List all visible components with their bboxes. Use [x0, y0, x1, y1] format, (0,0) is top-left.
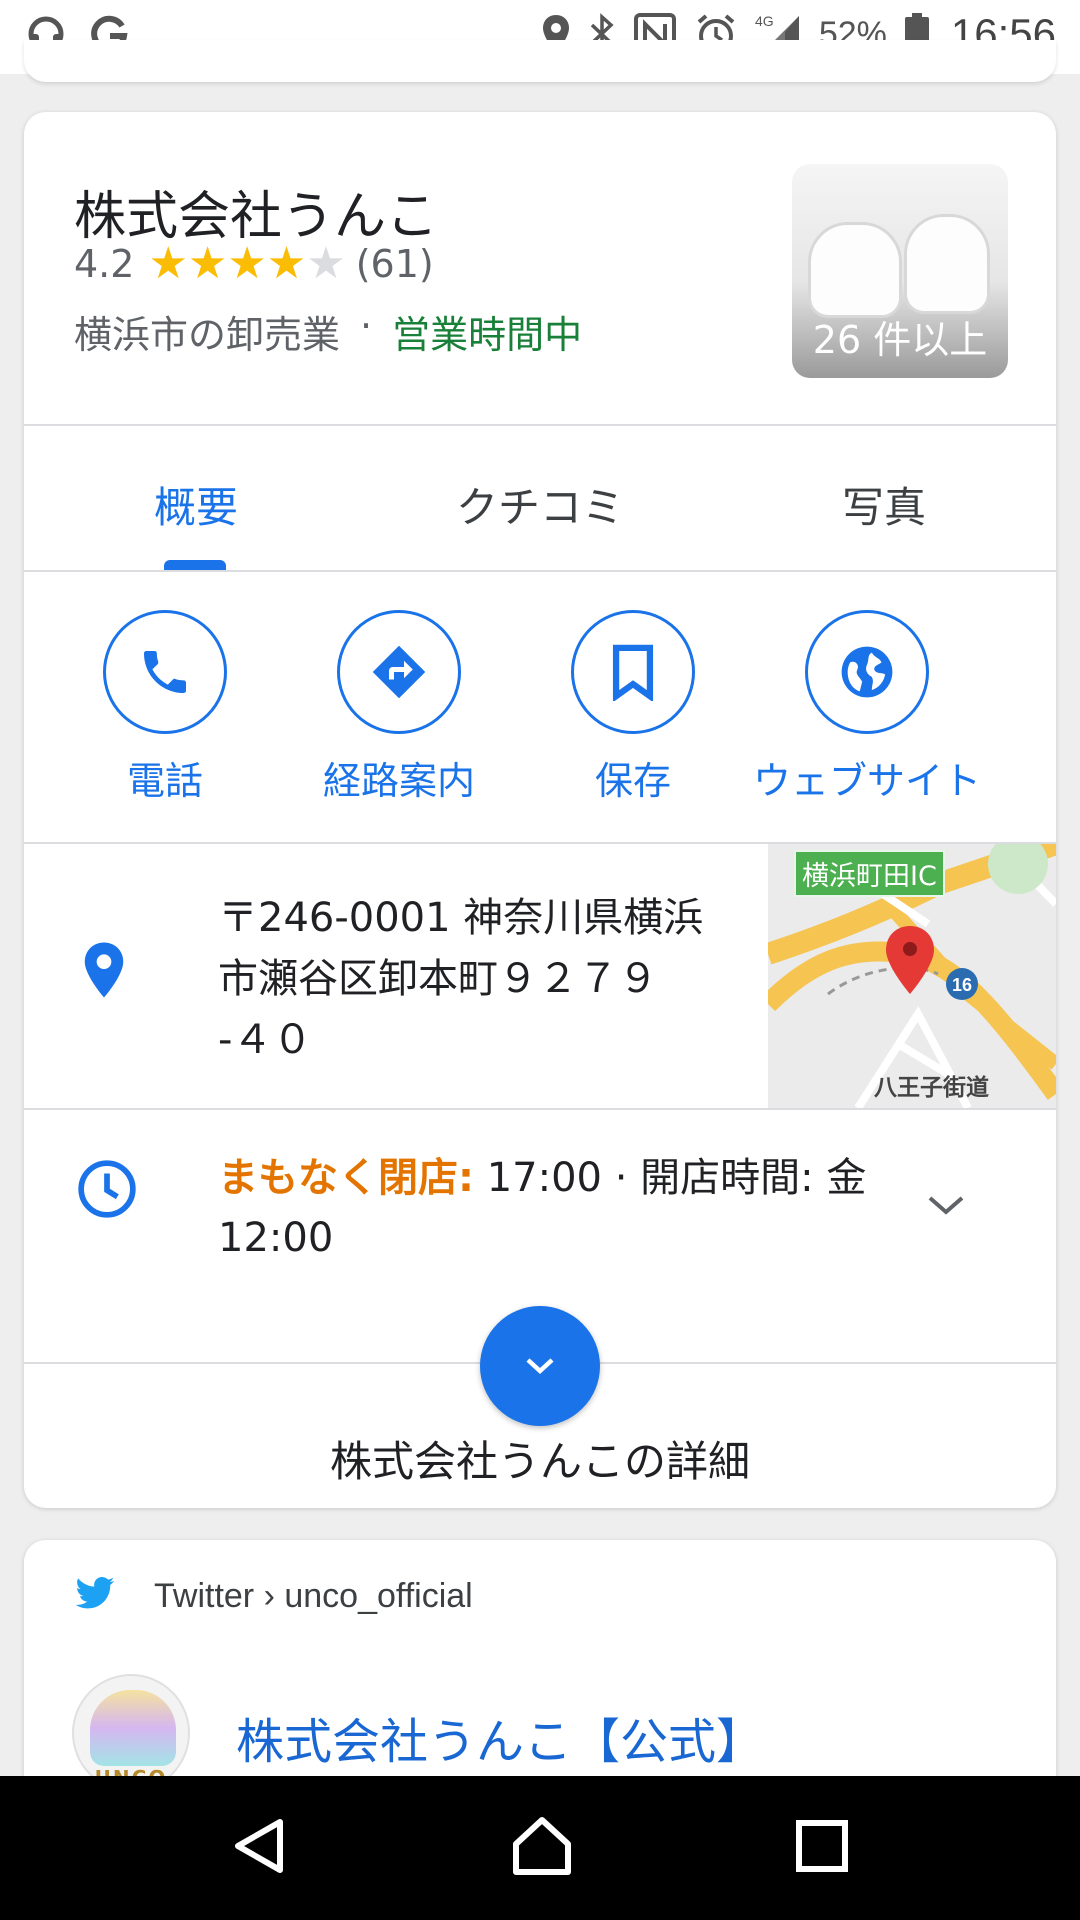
map-thumbnail[interactable]: 16 横浜町田IC 八王子街道	[768, 844, 1056, 1108]
rating-value: 4.2	[74, 242, 135, 286]
website-button[interactable]: ウェブサイト	[750, 610, 984, 805]
open-status: 営業時間中	[392, 313, 583, 357]
address-text: 〒246-0001 神奈川県横浜 市瀬谷区卸本町９２７９ -４０	[218, 888, 738, 1071]
hours-detail: 17:00 · 開店時間: 金	[474, 1155, 867, 1201]
twitter-bird-icon	[74, 1576, 116, 1616]
address-line: 市瀬谷区卸本町９２７９	[218, 956, 658, 1002]
navigation-bar	[0, 1776, 1080, 1920]
star-icon: ★	[266, 238, 307, 289]
rating-row[interactable]: 4.2 ★ ★ ★ ★ ★ (61)	[74, 242, 434, 287]
star-empty-icon: ★	[306, 238, 346, 289]
shoe-image-left	[808, 222, 902, 318]
photo-count: 26 件以上	[812, 318, 988, 362]
action-buttons: 電話 経路案内 保存 ウェブサイト	[24, 610, 1056, 805]
chevron-down-icon[interactable]	[924, 1190, 968, 1224]
tab-overview[interactable]: 概要	[24, 424, 368, 564]
star-icon: ★	[227, 238, 267, 289]
address-line: -４０	[218, 1017, 313, 1063]
twitter-source[interactable]: Twitter › unco_official	[74, 1576, 473, 1616]
directions-button[interactable]: 経路案内	[282, 610, 516, 805]
save-button[interactable]: 保存	[516, 610, 750, 805]
back-icon[interactable]	[230, 1816, 290, 1880]
tab-photos[interactable]: 写真	[712, 424, 1056, 564]
bookmark-icon	[571, 610, 695, 734]
hours-row[interactable]: まもなく閉店: 17:00 · 開店時間: 金 12:00	[24, 1110, 1056, 1316]
expand-more-button[interactable]	[480, 1306, 600, 1426]
svg-text:4G: 4G	[755, 13, 774, 29]
twitter-result-title[interactable]: 株式会社うんこ【公式】	[236, 1702, 764, 1772]
avatar: UNCO	[72, 1674, 190, 1792]
twitter-breadcrumb: Twitter › unco_official	[154, 1576, 473, 1615]
map-label-road: 八王子街道	[874, 1075, 989, 1101]
home-icon[interactable]	[510, 1814, 574, 1882]
clock-icon	[76, 1158, 138, 1224]
shoe-image-right	[904, 214, 990, 314]
hours-detail-next: 12:00	[218, 1215, 334, 1261]
review-count: (61)	[355, 242, 434, 286]
divider	[24, 570, 1056, 572]
photo-thumbnail[interactable]: 26 件以上	[792, 164, 1008, 378]
hours-text: まもなく閉店: 17:00 · 開店時間: 金 12:00	[218, 1148, 878, 1268]
previous-card-edge	[24, 40, 1056, 82]
map-label-interchange: 横浜町田IC	[794, 850, 945, 897]
recent-apps-icon[interactable]	[794, 1818, 850, 1878]
chevron-down-icon	[526, 1358, 554, 1375]
details-link[interactable]: 株式会社うんこの詳細	[24, 1428, 1056, 1489]
phone-icon	[103, 610, 227, 734]
separator-dot: ·	[360, 304, 373, 348]
rating-stars: ★ ★ ★ ★ ★	[148, 242, 345, 286]
unco-logo-image	[90, 1690, 176, 1766]
call-button[interactable]: 電話	[48, 610, 282, 805]
twitter-result-card: Twitter › unco_official UNCO 株式会社うんこ【公式】	[24, 1540, 1056, 1800]
category-row: 横浜市の卸売業 · 営業時間中	[74, 304, 582, 359]
address-line: 〒246-0001 神奈川県横浜	[218, 895, 704, 941]
tab-bar: 概要 クチコミ 写真	[24, 424, 1056, 564]
closing-soon-label: まもなく閉店:	[218, 1155, 474, 1201]
directions-label: 経路案内	[322, 759, 475, 803]
business-card: 株式会社うんこ 4.2 ★ ★ ★ ★ ★ (61) 横浜市の卸売業 · 営業時…	[24, 112, 1056, 1508]
directions-icon	[337, 610, 461, 734]
call-label: 電話	[126, 759, 203, 803]
globe-icon	[805, 610, 929, 734]
star-icon: ★	[148, 238, 188, 289]
star-icon: ★	[187, 238, 228, 289]
business-category: 横浜市の卸売業	[74, 313, 341, 357]
tab-reviews[interactable]: クチコミ	[368, 424, 712, 564]
location-pin-icon	[82, 940, 126, 1004]
svg-text:16: 16	[952, 975, 972, 995]
website-label: ウェブサイト	[752, 759, 981, 803]
save-label: 保存	[594, 759, 671, 803]
address-row[interactable]: 〒246-0001 神奈川県横浜 市瀬谷区卸本町９２７９ -４０ 16 横浜町田…	[24, 844, 1056, 1108]
